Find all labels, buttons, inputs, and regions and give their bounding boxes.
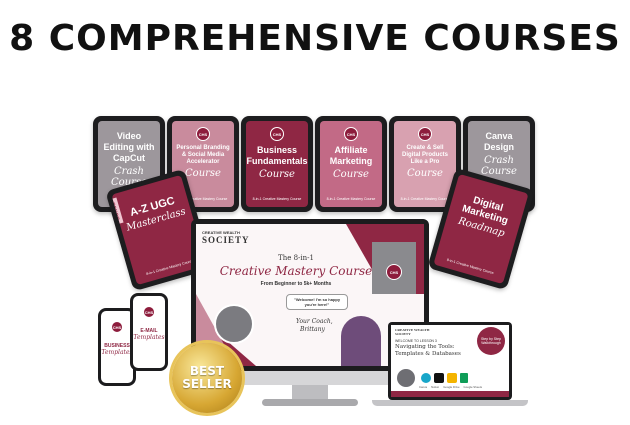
tool-label: Canva xyxy=(419,385,428,389)
brand-logo-icon: CHS xyxy=(270,127,284,141)
tablet-affiliate-marketing: CHS Affiliate Marketing Course 8-in-1 Cr… xyxy=(315,116,387,212)
tool-label: Google Sheets xyxy=(463,385,483,389)
canva-icon xyxy=(421,373,431,383)
phone-screen: CHS E-MAIL Templates xyxy=(133,296,165,368)
tablet-screen: CHS Affiliate Marketing Course 8-in-1 Cr… xyxy=(320,121,382,207)
tool-label: Notion xyxy=(431,385,440,389)
tablet-screen: CHS Business Fundamentals Course 8-in-1 … xyxy=(246,121,308,207)
tool-icons xyxy=(421,373,468,383)
bonus-badge: BONUS xyxy=(111,197,124,225)
brand-logo-icon: CHS xyxy=(344,127,358,141)
tablet-title: Canva Design xyxy=(483,131,514,152)
tablet-title: Create & Sell Digital Products Like a Pr… xyxy=(401,145,448,165)
best-seller-seal: BEST SELLER xyxy=(172,343,242,413)
seal-line2: SELLER xyxy=(182,377,232,391)
google-sheets-icon xyxy=(460,373,468,383)
monitor-line3: From Beginner to 5k+ Months xyxy=(260,281,332,287)
tablet-business-fundamentals: CHS Business Fundamentals Course 8-in-1 … xyxy=(241,116,313,212)
brand-logo-icon: CHS xyxy=(418,127,432,141)
coach-name: Brittany xyxy=(300,326,325,333)
phone-screen: CHS BUSINESS Templates xyxy=(101,311,133,383)
tablet-script: Course xyxy=(185,168,221,179)
coach-label: Your Coach, xyxy=(296,318,333,325)
tablet-script: Course xyxy=(407,168,443,179)
tablet-screen: CHS Create & Sell Digital Products Like … xyxy=(394,121,456,207)
monitor-line2: Creative Mastery Course xyxy=(219,264,373,278)
laptop-base xyxy=(372,400,528,406)
tablet-script: Course xyxy=(259,169,295,180)
tool-labels: Canva Notion Google Drive Google Sheets xyxy=(419,385,482,389)
tablet-footer: 8-in-1 Creative Mastery Course xyxy=(252,197,302,201)
laptop-brand: CREATIVE WEALTH SOCIETY xyxy=(395,328,430,336)
monitor-stand xyxy=(292,385,328,400)
phone-email-templates: CHS E-MAIL Templates xyxy=(130,293,168,371)
tablet-footer: 8-in-1 Creative Mastery Course xyxy=(326,197,376,201)
laptop-avatar xyxy=(397,369,415,387)
notion-icon xyxy=(434,373,444,383)
brand-logo-icon: CHS xyxy=(196,127,210,141)
tablet-footer: 8-in-1 Creative Mastery Course xyxy=(446,257,495,276)
tablet-title: Video Editing with CapCut xyxy=(103,131,155,163)
monitor-base xyxy=(262,399,358,406)
brand-logo-icon: CHS xyxy=(111,321,123,333)
headline: 8 COMPREHENSIVE COURSES xyxy=(9,18,621,59)
speech-bubble: "Welcome! I'm so happy you're here!" xyxy=(286,294,348,310)
laptop: CREATIVE WEALTH SOCIETY Step by Step Wal… xyxy=(388,322,512,400)
laptop-footer-bar xyxy=(391,391,509,397)
laptop-title: Navigating the Tools: Templates & Databa… xyxy=(395,344,461,357)
brand-logo-icon: CHS xyxy=(143,306,155,318)
google-drive-icon xyxy=(447,373,457,383)
tablet-title: Affiliate Marketing xyxy=(329,145,373,166)
phone-script: Templates xyxy=(133,334,165,341)
laptop-module: WELCOME TO LESSON 3 xyxy=(395,339,437,343)
tablet-title: Business Fundamentals xyxy=(246,145,308,166)
tablet-script: Course xyxy=(333,169,369,180)
monitor-line1: The 8-in-1 xyxy=(278,254,314,262)
monitor-brand-bottom: SOCIETY xyxy=(202,235,250,245)
laptop-screen: CREATIVE WEALTH SOCIETY Step by Step Wal… xyxy=(391,325,509,397)
tool-label: Google Drive xyxy=(443,385,460,389)
phone-script: Templates xyxy=(101,349,133,356)
tablet-title: Personal Branding & Social Media Acceler… xyxy=(176,145,230,165)
laptop-badge: Step by Step Walkthrough xyxy=(477,327,505,355)
coach-avatar xyxy=(341,316,381,366)
avatar-left xyxy=(214,304,254,344)
